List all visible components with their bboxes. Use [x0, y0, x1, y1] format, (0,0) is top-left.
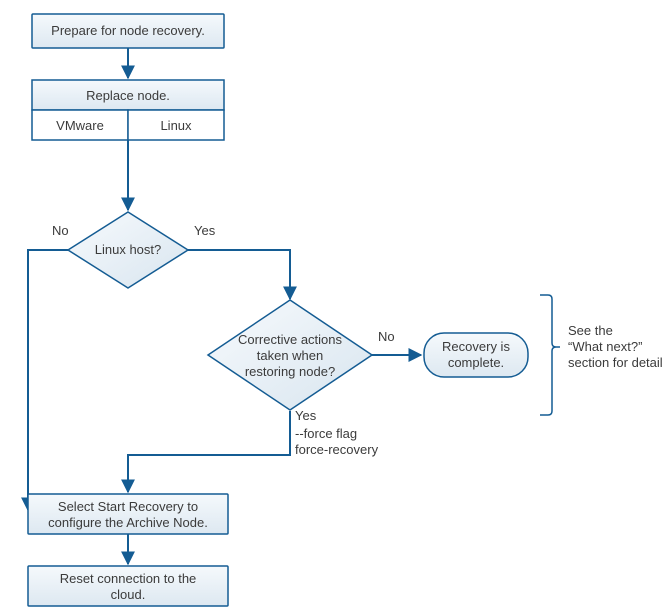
text-startrecovery-1: Select Start Recovery to	[58, 499, 198, 514]
text-reset-2: cloud.	[111, 587, 146, 602]
text-vmware: VMware	[56, 118, 104, 133]
annotation-line-2: “What next?”	[568, 339, 642, 354]
label-corrective-yes: Yes	[295, 408, 317, 423]
label-force-flag-2: force-recovery	[295, 442, 379, 457]
label-force-flag-1: --force flag	[295, 426, 357, 441]
text-recoverycomplete-2: complete.	[448, 355, 504, 370]
node-replace: Replace node. VMware Linux	[32, 80, 224, 140]
edge-corrective-yes	[128, 411, 290, 492]
edge-linuxhost-no	[28, 250, 68, 510]
flowchart-svg: No Yes No Yes --force flag force-recover…	[0, 0, 663, 613]
text-replace: Replace node.	[86, 88, 170, 103]
text-linux: Linux	[160, 118, 192, 133]
text-prepare: Prepare for node recovery.	[51, 23, 205, 38]
edge-linuxhost-yes	[188, 250, 290, 299]
text-corrective-3: restoring node?	[245, 364, 335, 379]
text-recoverycomplete-1: Recovery is	[442, 339, 510, 354]
text-corrective-2: taken when	[257, 348, 324, 363]
label-corrective-no: No	[378, 329, 395, 344]
annotation-line-3: section for details.	[568, 355, 663, 370]
bracket-icon	[540, 295, 560, 415]
label-linuxhost-yes: Yes	[194, 223, 216, 238]
flowchart-canvas: No Yes No Yes --force flag force-recover…	[0, 0, 663, 613]
text-startrecovery-2: configure the Archive Node.	[48, 515, 208, 530]
text-linuxhost: Linux host?	[95, 242, 162, 257]
annotation-line-1: See the	[568, 323, 613, 338]
text-reset-1: Reset connection to the	[60, 571, 197, 586]
text-corrective-1: Corrective actions	[238, 332, 343, 347]
label-linuxhost-no: No	[52, 223, 69, 238]
